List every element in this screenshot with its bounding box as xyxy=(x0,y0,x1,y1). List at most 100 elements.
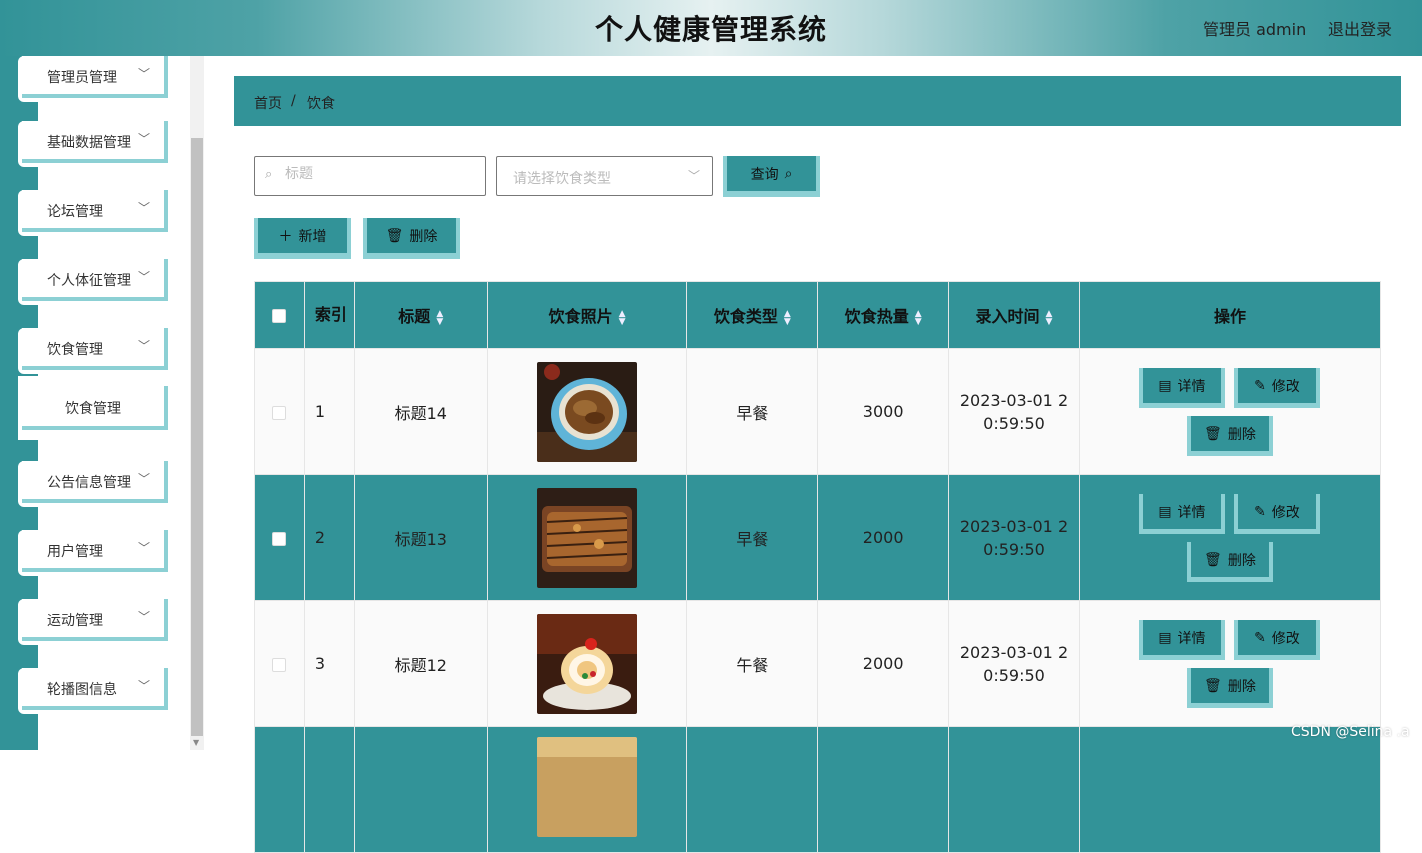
table-row[interactable]: 1 标题14 早餐 3000 2023-03-01 2 0:59:50 ▤ 详情… xyxy=(254,348,1382,475)
sidebar-item-body-signs[interactable]: 个人体征管理 ﹀ xyxy=(18,259,168,305)
cell-type: 早餐 xyxy=(686,474,819,601)
delete-button[interactable]: 🗑 删除 xyxy=(1186,668,1273,708)
plus-icon: ＋ xyxy=(278,228,293,245)
batch-delete-button[interactable]: 🗑 删除 xyxy=(363,218,460,259)
col-calories-label: 饮食热量 xyxy=(844,307,909,326)
row-select-cell xyxy=(254,726,305,853)
query-button[interactable]: 查询 ⌕ xyxy=(723,156,820,197)
cell-ops: ▤ 详情 ✎ 修改 🗑 删除 xyxy=(1078,600,1382,727)
time-line-1: 2023-03-01 2 xyxy=(959,642,1069,662)
cell-title: 标题12 xyxy=(353,600,488,727)
row-select-cell xyxy=(254,600,305,727)
document-icon: ▤ xyxy=(1158,629,1172,646)
select-all-cell xyxy=(254,281,305,349)
row-checkbox[interactable] xyxy=(272,657,287,672)
sidebar-item-label: 用户管理 xyxy=(47,544,103,560)
col-photo-label: 饮食照片 xyxy=(548,307,613,326)
sort-icon[interactable]: ▲ ▼ xyxy=(915,309,922,326)
col-ops: 操作 xyxy=(1078,281,1382,349)
document-icon: ▤ xyxy=(1158,377,1172,394)
col-photo[interactable]: 饮食照片 ▲ ▼ xyxy=(486,281,688,349)
time-line-1: 2023-03-01 2 xyxy=(959,516,1069,536)
col-type[interactable]: 饮食类型 ▲ ▼ xyxy=(686,281,819,349)
sidebar-item-basic-data[interactable]: 基础数据管理 ﹀ xyxy=(18,121,168,167)
sidebar-item-label: 轮播图信息 xyxy=(47,682,117,698)
sidebar-item-forum[interactable]: 论坛管理 ﹀ xyxy=(18,190,168,236)
chevron-down-icon: ﹀ xyxy=(137,339,150,353)
cell-index: 3 xyxy=(303,600,355,727)
add-button-label: 新增 xyxy=(298,228,327,245)
food-photo-noodles xyxy=(537,361,638,462)
current-user: 管理员 admin xyxy=(1203,20,1307,39)
sort-icon[interactable]: ▲ ▼ xyxy=(619,309,626,326)
diet-type-select[interactable]: 请选择饮食类型 ﹀ xyxy=(496,156,713,196)
sidebar-subitem-label: 饮食管理 xyxy=(65,401,121,417)
col-calories[interactable]: 饮食热量 ▲ ▼ xyxy=(817,281,950,349)
diet-table: 索引 标题 ▲ ▼ 饮食照片 ▲ ▼ 饮食类型 ▲ ▼ 饮食热量 ▲ ▼ 录入时间 ▲ ▼ 操作 1… xyxy=(254,281,1382,853)
chevron-down-icon: ﹀ xyxy=(137,270,150,284)
edit-button[interactable]: ✎ 修改 xyxy=(1233,368,1320,408)
delete-button-label: 删除 xyxy=(409,228,438,245)
time-line-1: 2023-03-01 2 xyxy=(959,390,1069,410)
col-title[interactable]: 标题 ▲ ▼ xyxy=(353,281,488,349)
sidebar-item-users[interactable]: 用户管理 ﹀ xyxy=(18,530,168,576)
edit-label: 修改 xyxy=(1271,630,1300,647)
sidebar-item-diet[interactable]: 饮食管理 ﹀ xyxy=(18,328,168,374)
edit-button[interactable]: ✎ 修改 xyxy=(1233,620,1320,660)
table-row[interactable]: 2 标题13 早餐 2000 2023-03-01 2 0:59:50 ▤ 详情… xyxy=(254,474,1382,601)
col-time[interactable]: 录入时间 ▲ ▼ xyxy=(948,281,1080,349)
title-search-input[interactable] xyxy=(285,166,475,182)
cell-type: 午餐 xyxy=(686,600,819,727)
pencil-icon: ✎ xyxy=(1254,629,1266,646)
sort-icon[interactable]: ▲ ▼ xyxy=(436,309,443,326)
sidebar: 管理员管理 ﹀ 基础数据管理 ﹀ 论坛管理 ﹀ 个人体征管理 ﹀ 饮食管理 ﹀ 饮食管理 … xyxy=(0,56,205,750)
sidebar-item-exercise[interactable]: 运动管理 ﹀ xyxy=(18,599,168,645)
edit-label: 修改 xyxy=(1271,504,1300,521)
sidebar-item-label: 运动管理 xyxy=(47,613,103,629)
scrollbar-thumb[interactable] xyxy=(191,138,203,736)
breadcrumb-home[interactable]: 首页 xyxy=(254,93,282,113)
col-type-label: 饮食类型 xyxy=(713,307,778,326)
cell-title xyxy=(353,726,488,853)
pencil-icon: ✎ xyxy=(1254,377,1266,394)
title-search-field[interactable]: ⌕ xyxy=(254,156,486,196)
cell-time: 2023-03-01 2 0:59:50 xyxy=(948,600,1080,727)
row-select-cell xyxy=(254,348,305,475)
time-line-2: 0:59:50 xyxy=(983,665,1045,685)
detail-button[interactable]: ▤ 详情 xyxy=(1138,494,1225,534)
trash-icon: 🗑 xyxy=(385,227,404,244)
table-header-row: 索引 标题 ▲ ▼ 饮食照片 ▲ ▼ 饮食类型 ▲ ▼ 饮食热量 ▲ ▼ 录入时间 ▲ ▼ 操作 xyxy=(254,281,1382,349)
table-row[interactable]: 3 标题12 午餐 2000 2023-03-01 2 0:59:50 ▤ 详情… xyxy=(254,600,1382,727)
sort-icon[interactable]: ▲ ▼ xyxy=(784,309,791,326)
table-row[interactable] xyxy=(254,726,1382,853)
query-button-label: 查询 xyxy=(750,166,779,183)
detail-button[interactable]: ▤ 详情 xyxy=(1138,620,1225,660)
search-icon: ⌕ xyxy=(265,167,273,182)
sidebar-item-label: 饮食管理 xyxy=(47,342,103,358)
logout-link[interactable]: 退出登录 xyxy=(1328,16,1392,40)
delete-button[interactable]: 🗑 删除 xyxy=(1186,542,1273,582)
sidebar-item-carousel[interactable]: 轮播图信息 ﹀ xyxy=(18,668,168,714)
col-index: 索引 xyxy=(303,281,355,349)
cell-title: 标题14 xyxy=(353,348,488,475)
sidebar-item-label: 个人体征管理 xyxy=(47,273,131,289)
scroll-down-arrow-icon[interactable]: ▼ xyxy=(193,738,199,747)
delete-button[interactable]: 🗑 删除 xyxy=(1186,416,1273,456)
detail-button[interactable]: ▤ 详情 xyxy=(1138,368,1225,408)
sidebar-scrollbar[interactable]: ▼ xyxy=(190,56,204,750)
select-all-checkbox[interactable] xyxy=(272,309,287,323)
row-checkbox[interactable] xyxy=(272,531,287,546)
sort-icon[interactable]: ▲ ▼ xyxy=(1046,309,1053,326)
add-button[interactable]: ＋ 新增 xyxy=(254,218,351,259)
sidebar-item-notice[interactable]: 公告信息管理 ﹀ xyxy=(18,461,168,507)
chevron-down-icon: ﹀ xyxy=(137,67,150,81)
sidebar-subitem-diet[interactable]: 饮食管理 xyxy=(18,376,168,440)
row-checkbox[interactable] xyxy=(272,405,287,420)
edit-label: 修改 xyxy=(1271,378,1300,395)
edit-button[interactable]: ✎ 修改 xyxy=(1233,494,1320,534)
cell-ops xyxy=(1078,726,1382,853)
trash-icon: 🗑 xyxy=(1204,551,1222,568)
time-line-2: 0:59:50 xyxy=(983,539,1045,559)
document-icon: ▤ xyxy=(1158,503,1172,520)
sidebar-item-admin[interactable]: 管理员管理 ﹀ xyxy=(18,56,168,102)
